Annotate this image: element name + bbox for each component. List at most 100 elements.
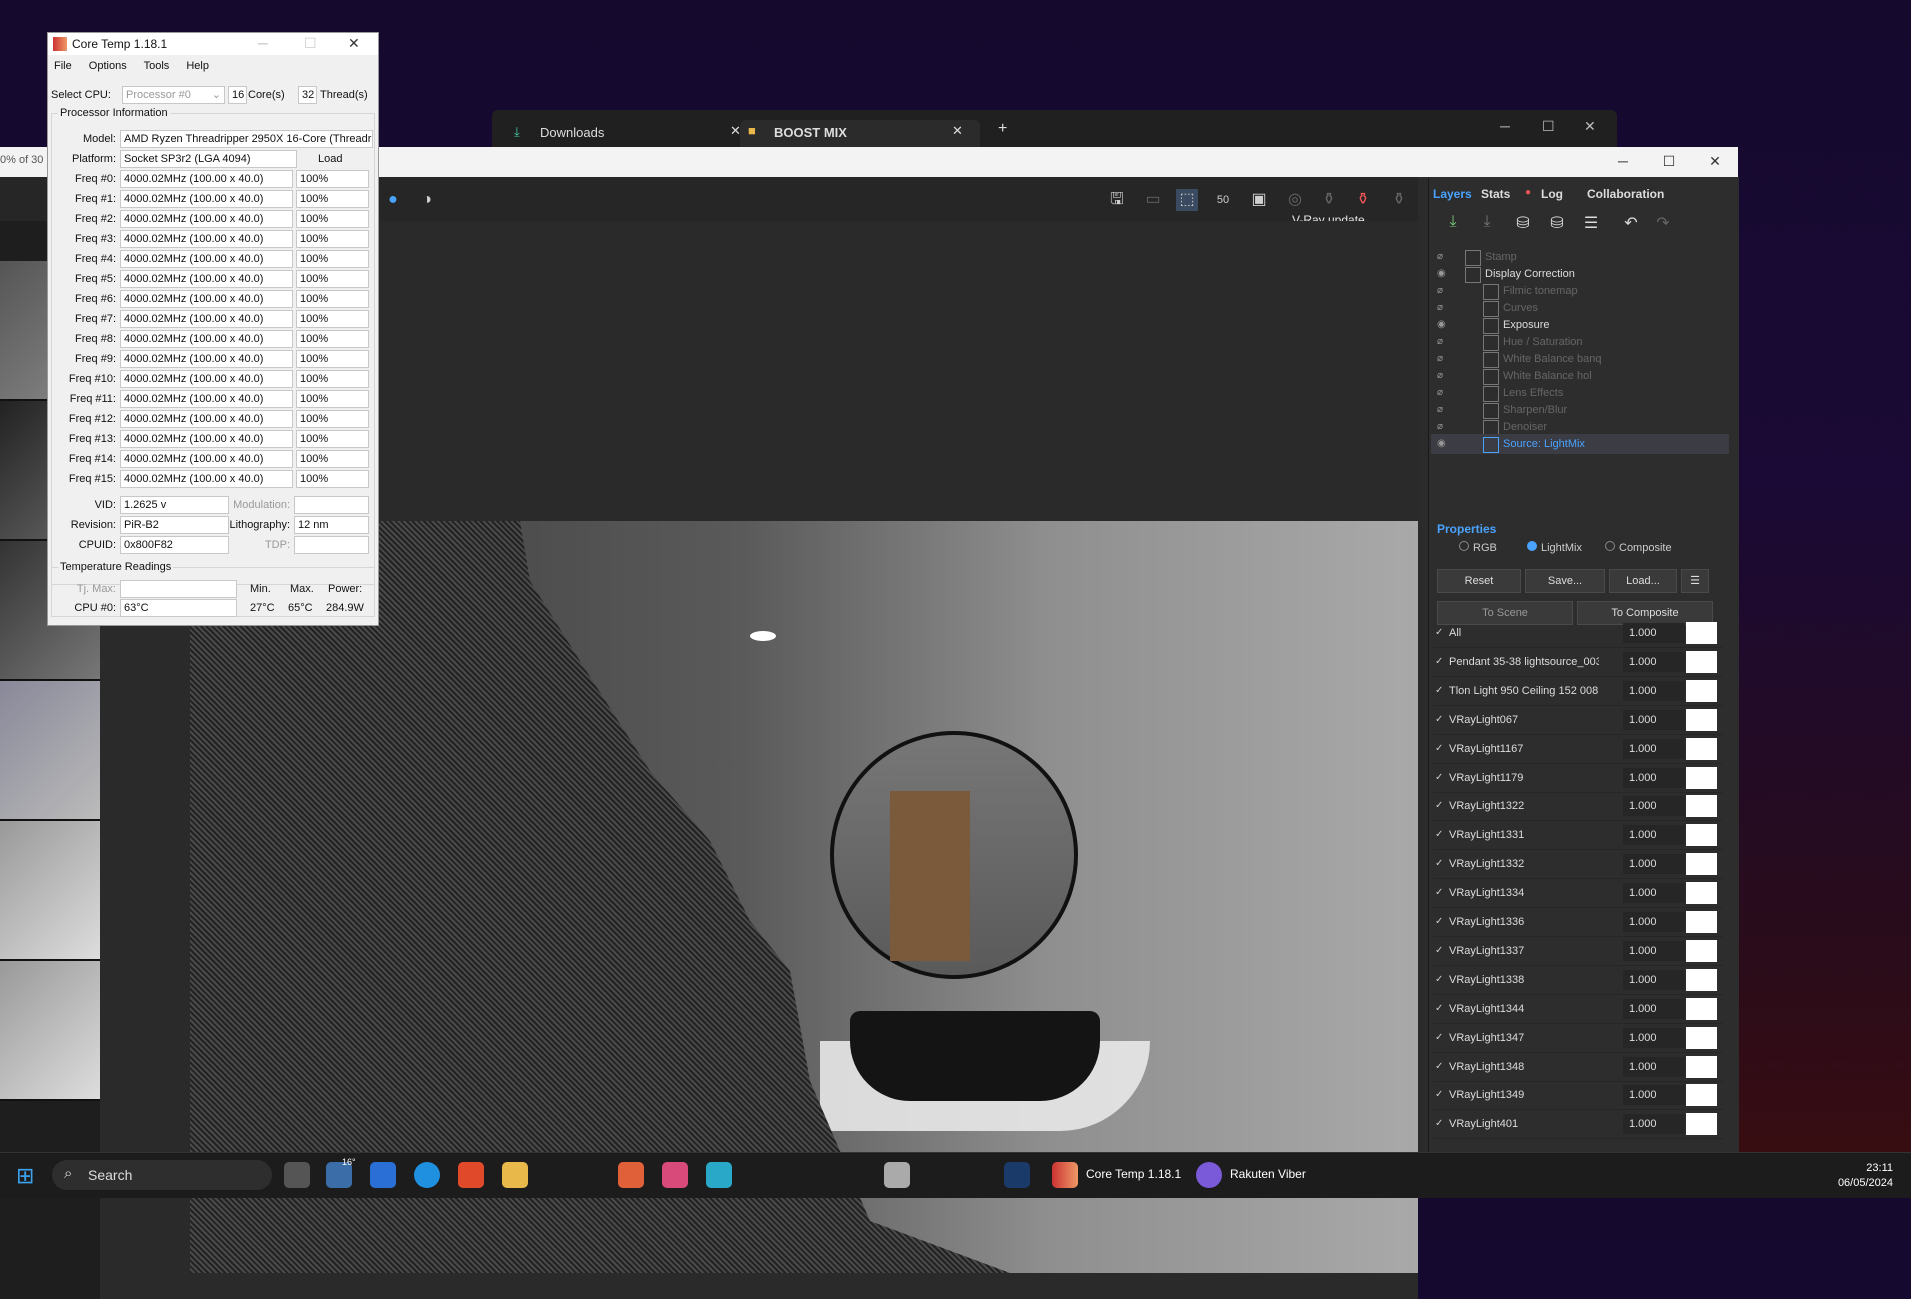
light-color-swatch[interactable] <box>1686 911 1717 933</box>
menu-file[interactable]: File <box>54 60 72 72</box>
eye-icon[interactable]: ◉ <box>1437 434 1446 454</box>
check-icon[interactable]: ✓ <box>1435 656 1443 667</box>
load-layers-icon[interactable]: ⛁ <box>1545 213 1569 235</box>
light-intensity-input[interactable]: 1.000 <box>1623 1056 1685 1077</box>
lightmix-row[interactable]: ✓ VRayLight1344 1.000 <box>1433 995 1723 1024</box>
channel-dot-icon[interactable]: ● <box>382 189 404 211</box>
check-icon[interactable]: ✓ <box>1435 974 1443 985</box>
light-color-swatch[interactable] <box>1686 1055 1717 1078</box>
check-icon[interactable]: ✓ <box>1435 743 1443 754</box>
check-icon[interactable]: ✓ <box>1435 1032 1443 1043</box>
lightmix-row[interactable]: ✓ VRayLight1322 1.000 <box>1433 792 1723 822</box>
light-intensity-input[interactable]: 1.000 <box>1623 912 1685 932</box>
color-mode-icon[interactable]: ◑ <box>416 189 438 211</box>
light-intensity-input[interactable]: 1.000 <box>1623 767 1685 788</box>
mode-lightmix-radio[interactable]: LightMix <box>1527 541 1582 554</box>
close-icon[interactable]: ✕ <box>1584 118 1596 135</box>
light-color-swatch[interactable] <box>1686 968 1717 991</box>
maximize-icon[interactable]: ☐ <box>304 35 317 52</box>
close-icon[interactable]: ✕ <box>348 35 360 52</box>
light-color-swatch[interactable] <box>1686 650 1717 673</box>
history-thumbnail[interactable] <box>0 681 100 821</box>
region-render-icon[interactable]: ⬚ <box>1176 189 1198 211</box>
light-intensity-input[interactable]: 1.000 <box>1623 1027 1685 1048</box>
stop-render-icon[interactable]: ⚱ <box>1352 189 1374 211</box>
task-view-icon[interactable] <box>284 1162 310 1188</box>
menu-icon[interactable]: ☰ <box>1681 569 1709 593</box>
light-intensity-input[interactable]: 1.000 <box>1623 1085 1685 1106</box>
lightmix-row[interactable]: ✓ VRayLight1336 1.000 <box>1433 908 1723 937</box>
app-icon[interactable] <box>662 1162 688 1188</box>
lightmix-row[interactable]: ✓ VRayLight1332 1.000 <box>1433 850 1723 880</box>
lightmix-row[interactable]: ✓ VRayLight067 1.000 <box>1433 706 1723 735</box>
store-icon[interactable] <box>370 1162 396 1188</box>
check-icon[interactable]: ✓ <box>1435 945 1443 956</box>
lightmix-row[interactable]: ✓ VRayLight1167 1.000 <box>1433 735 1723 764</box>
lightmix-row[interactable]: ✓ VRayLight1334 1.000 <box>1433 879 1723 909</box>
check-icon[interactable]: ✓ <box>1435 685 1443 696</box>
light-intensity-input[interactable]: 1.000 <box>1623 738 1685 759</box>
light-color-swatch[interactable] <box>1686 824 1717 847</box>
save-button[interactable]: Save... <box>1525 569 1605 593</box>
tab-collaboration[interactable]: Collaboration <box>1587 187 1664 201</box>
light-intensity-input[interactable]: 1.000 <box>1623 651 1685 672</box>
maximize-icon[interactable]: ☐ <box>1654 153 1684 171</box>
file-explorer-icon[interactable] <box>502 1162 528 1188</box>
light-intensity-input[interactable]: 1.000 <box>1623 680 1685 701</box>
lightmix-row[interactable]: ✓ VRayLight1337 1.000 <box>1433 937 1723 966</box>
light-color-swatch[interactable] <box>1686 622 1717 644</box>
tab-boost-mix[interactable]: ■ BOOST MIX ✕ <box>740 120 980 148</box>
lightmix-row[interactable]: ✓ VRayLight1338 1.000 <box>1433 966 1723 995</box>
mode-composite-radio[interactable]: Composite <box>1605 541 1672 554</box>
check-icon[interactable]: ✓ <box>1435 627 1443 638</box>
minimize-icon[interactable]: ─ <box>1608 153 1638 171</box>
taskbar-app-viber[interactable]: Rakuten Viber <box>1230 1167 1306 1181</box>
save-layers-icon[interactable]: ⛁ <box>1511 213 1535 235</box>
lightmix-row[interactable]: ✓ VRayLight1349 1.000 <box>1433 1081 1723 1111</box>
lightmix-row[interactable]: ✓ VRayLight1347 1.000 <box>1433 1024 1723 1053</box>
light-color-swatch[interactable] <box>1686 679 1717 702</box>
check-icon[interactable]: ✓ <box>1435 800 1443 811</box>
light-intensity-input[interactable]: 1.000 <box>1623 969 1685 990</box>
close-icon[interactable]: ✕ <box>1700 153 1730 171</box>
layer-source-lightmix[interactable]: ◉ Source: LightMix <box>1431 434 1729 454</box>
render-region-icon[interactable]: ▣ <box>1248 189 1270 211</box>
light-color-swatch[interactable] <box>1686 882 1717 905</box>
tab-layers[interactable]: Layers <box>1433 187 1472 201</box>
maximize-icon[interactable]: ☐ <box>1542 118 1555 135</box>
history-thumbnail[interactable] <box>0 961 100 1101</box>
undo-icon[interactable]: ↶ <box>1619 213 1643 235</box>
lightmix-row[interactable]: ✓ Tlon Light 950 Ceiling 152 008 lig 1.000 <box>1433 677 1723 706</box>
create-layer-icon[interactable]: ⤓ <box>1441 213 1465 235</box>
light-color-swatch[interactable] <box>1686 853 1717 876</box>
app-icon[interactable] <box>706 1162 732 1188</box>
light-color-swatch[interactable] <box>1686 795 1717 818</box>
mode-rgb-radio[interactable]: RGB <box>1459 541 1497 554</box>
layer-list-icon[interactable]: ☰ <box>1579 213 1603 235</box>
light-color-swatch[interactable] <box>1686 939 1717 962</box>
light-intensity-input[interactable]: 1.000 <box>1623 796 1685 817</box>
core-temp-taskbar-icon[interactable] <box>1052 1162 1078 1188</box>
load-button[interactable]: Load... <box>1609 569 1677 593</box>
lightmix-row[interactable]: ✓ All 1.000 <box>1433 619 1723 648</box>
app-icon[interactable] <box>458 1162 484 1188</box>
taskbar-app-coretemp[interactable]: Core Temp 1.18.1 <box>1086 1167 1181 1181</box>
close-tab-icon[interactable]: ✕ <box>952 123 963 139</box>
check-icon[interactable]: ✓ <box>1435 887 1443 898</box>
check-icon[interactable]: ✓ <box>1435 1118 1443 1129</box>
light-color-swatch[interactable] <box>1686 1084 1717 1107</box>
delete-layer-icon[interactable]: ⤓ <box>1475 213 1499 235</box>
save-all-icon[interactable]: ▭ <box>1142 189 1164 211</box>
check-icon[interactable]: ✓ <box>1435 858 1443 869</box>
lightmix-row[interactable]: ✓ VRayLight1348 1.000 <box>1433 1053 1723 1082</box>
lightmix-row[interactable]: ✓ Pendant 35-38 lightsource_003 1.000 <box>1433 648 1723 677</box>
save-icon[interactable]: 🖫 <box>1106 189 1128 211</box>
light-intensity-input[interactable]: 1.000 <box>1623 940 1685 961</box>
resolution-percent-icon[interactable]: 50 <box>1212 189 1234 211</box>
check-icon[interactable]: ✓ <box>1435 1089 1443 1100</box>
light-intensity-input[interactable]: 1.000 <box>1623 883 1685 904</box>
interactive-render-icon[interactable]: ⚱ <box>1388 189 1410 211</box>
new-tab-button[interactable]: + <box>998 120 1007 138</box>
viber-icon[interactable] <box>1196 1162 1222 1188</box>
menu-tools[interactable]: Tools <box>144 60 170 72</box>
